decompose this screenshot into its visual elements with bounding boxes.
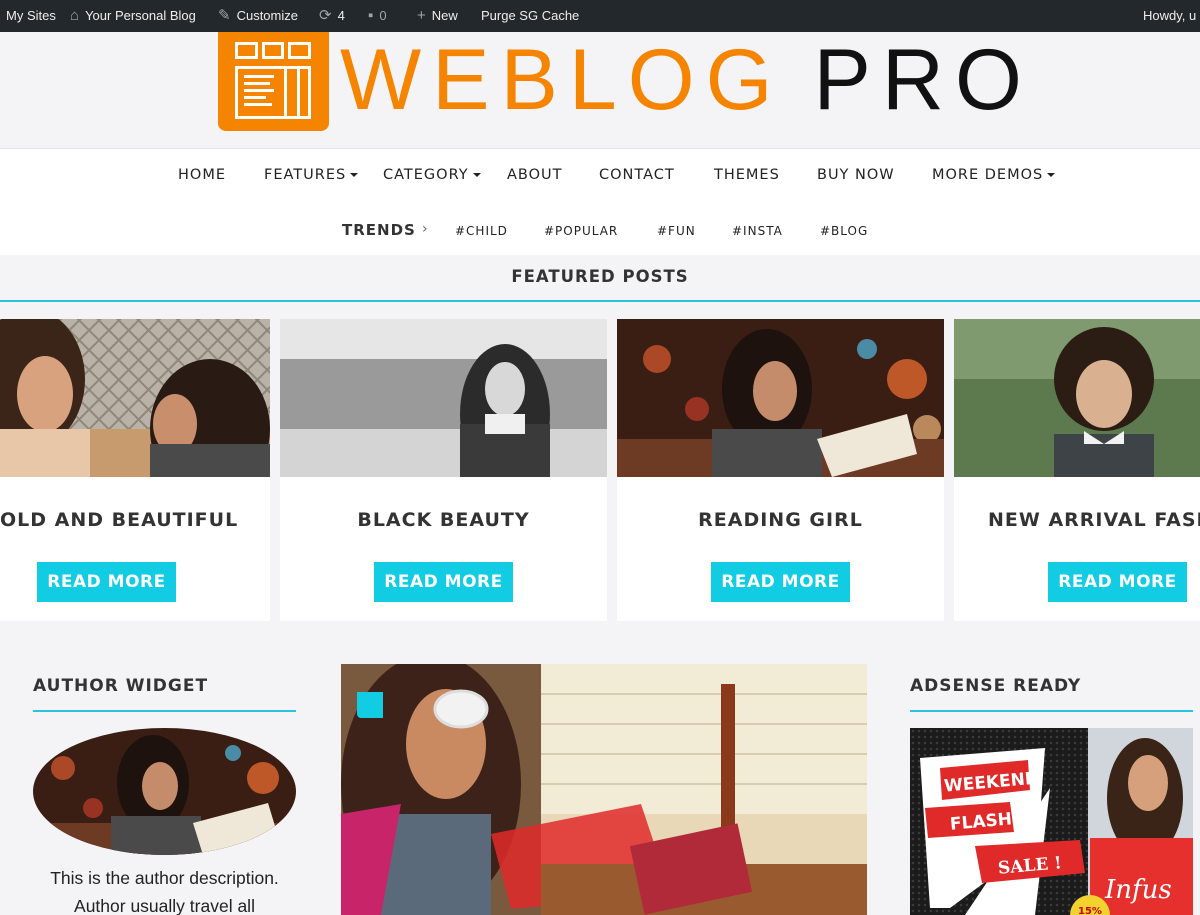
trend-tag-blog[interactable]: #BLOG	[820, 224, 868, 238]
home-icon: ⌂	[70, 7, 80, 24]
howdy-user-menu[interactable]: Howdy, u	[1143, 0, 1196, 32]
nav-item-contact[interactable]: CONTACT	[599, 167, 675, 183]
chevron-right-icon: ›	[422, 221, 428, 237]
post-title[interactable]: NEW ARRIVAL FASH	[988, 509, 1200, 531]
nav-item-themes[interactable]: THEMES	[714, 167, 780, 183]
author-widget-title: AUTHOR WIDGET	[33, 676, 209, 696]
nav-item-buy-now[interactable]: BUY NOW	[817, 167, 895, 183]
author-description: This is the author description. Author u…	[50, 868, 279, 915]
adsense-widget-title: ADSENSE READY	[910, 676, 1082, 696]
trend-tag-fun[interactable]: #FUN	[657, 224, 696, 238]
comments-link[interactable]: ▪ 0	[368, 0, 387, 32]
plus-icon: +	[417, 7, 426, 24]
site-header: WEBLOG PRO	[0, 32, 1200, 148]
site-logo-title[interactable]: WEBLOG PRO	[340, 32, 1033, 131]
logo-word-weblog: WEBLOG	[340, 32, 784, 128]
adsense-widget-divider	[910, 710, 1193, 712]
logo-word-pro: PRO	[813, 32, 1033, 128]
my-sites-link[interactable]: My Sites	[6, 0, 56, 32]
adsense-banner[interactable]: WEEKEND FLASH SALE ! Infus 15%	[910, 728, 1193, 915]
nav-item-home[interactable]: HOME	[178, 167, 226, 183]
featured-post-card: READING GIRL READ MORE	[617, 319, 944, 621]
trend-tag-popular[interactable]: #POPULAR	[544, 224, 618, 238]
post-image[interactable]	[954, 319, 1200, 477]
new-content-link[interactable]: + New	[417, 0, 458, 32]
site-name-label: Your Personal Blog	[85, 8, 196, 23]
comments-count: 0	[379, 8, 387, 23]
ad-text: 15%	[1078, 906, 1102, 915]
nav-item-features-label: FEATURES	[264, 167, 347, 183]
nav-item-more-demos[interactable]: MORE DEMOS	[932, 167, 1056, 183]
brush-icon: ✎	[218, 7, 231, 24]
nav-item-category-label: CATEGORY	[383, 167, 469, 183]
logo-icon[interactable]	[218, 32, 329, 131]
trends-label: TRENDS	[342, 221, 416, 239]
site-name-link[interactable]: ⌂ Your Personal Blog	[70, 0, 196, 32]
featured-post-card: NEW ARRIVAL FASH READ MORE	[954, 319, 1200, 621]
featured-post-card: BLACK BEAUTY READ MORE	[280, 319, 607, 621]
post-title[interactable]: READING GIRL	[617, 509, 944, 531]
new-label: New	[431, 8, 458, 23]
featured-divider	[0, 300, 1200, 302]
post-title[interactable]: BLACK BEAUTY	[280, 509, 607, 531]
nav-item-category[interactable]: CATEGORY	[383, 167, 481, 183]
read-more-button[interactable]: READ MORE	[1048, 562, 1187, 602]
customize-label: Customize	[236, 8, 298, 23]
read-more-button[interactable]: READ MORE	[37, 562, 176, 602]
admin-bar: My Sites ⌂ Your Personal Blog ✎ Customize …	[0, 0, 1200, 32]
featured-posts-heading: FEATURED POSTS	[511, 267, 689, 286]
updates-count: 4	[337, 8, 345, 23]
trend-tag-child[interactable]: #CHILD	[455, 224, 508, 238]
read-more-button[interactable]: READ MORE	[711, 562, 850, 602]
main-navigation: HOME FEATURES CATEGORY ABOUT CONTACT THE…	[0, 148, 1200, 255]
comment-icon: ▪	[368, 7, 374, 24]
updates-link[interactable]: ⟳ 4	[319, 0, 345, 32]
trend-tag-insta[interactable]: #INSTA	[732, 224, 783, 238]
post-image[interactable]	[0, 319, 270, 477]
nav-item-more-demos-label: MORE DEMOS	[932, 167, 1044, 183]
refresh-icon: ⟳	[319, 7, 332, 24]
post-image[interactable]	[617, 319, 944, 477]
chevron-down-icon	[1047, 173, 1056, 177]
ad-text: Infus	[1104, 875, 1172, 905]
post-image[interactable]	[280, 319, 607, 477]
customize-link[interactable]: ✎ Customize	[218, 0, 298, 32]
chevron-down-icon	[350, 173, 359, 177]
author-widget-divider	[33, 710, 296, 712]
read-more-button[interactable]: READ MORE	[374, 562, 513, 602]
purge-cache-link[interactable]: Purge SG Cache	[481, 0, 579, 32]
nav-item-features[interactable]: FEATURES	[264, 167, 359, 183]
main-post-image[interactable]	[341, 664, 867, 915]
featured-post-card: OLD AND BEAUTIFUL READ MORE	[0, 319, 270, 621]
nav-item-about[interactable]: ABOUT	[507, 167, 563, 183]
author-avatar	[33, 728, 296, 855]
chevron-down-icon	[472, 173, 481, 177]
post-title[interactable]: OLD AND BEAUTIFUL	[0, 509, 270, 531]
post-format-icon	[357, 692, 383, 718]
